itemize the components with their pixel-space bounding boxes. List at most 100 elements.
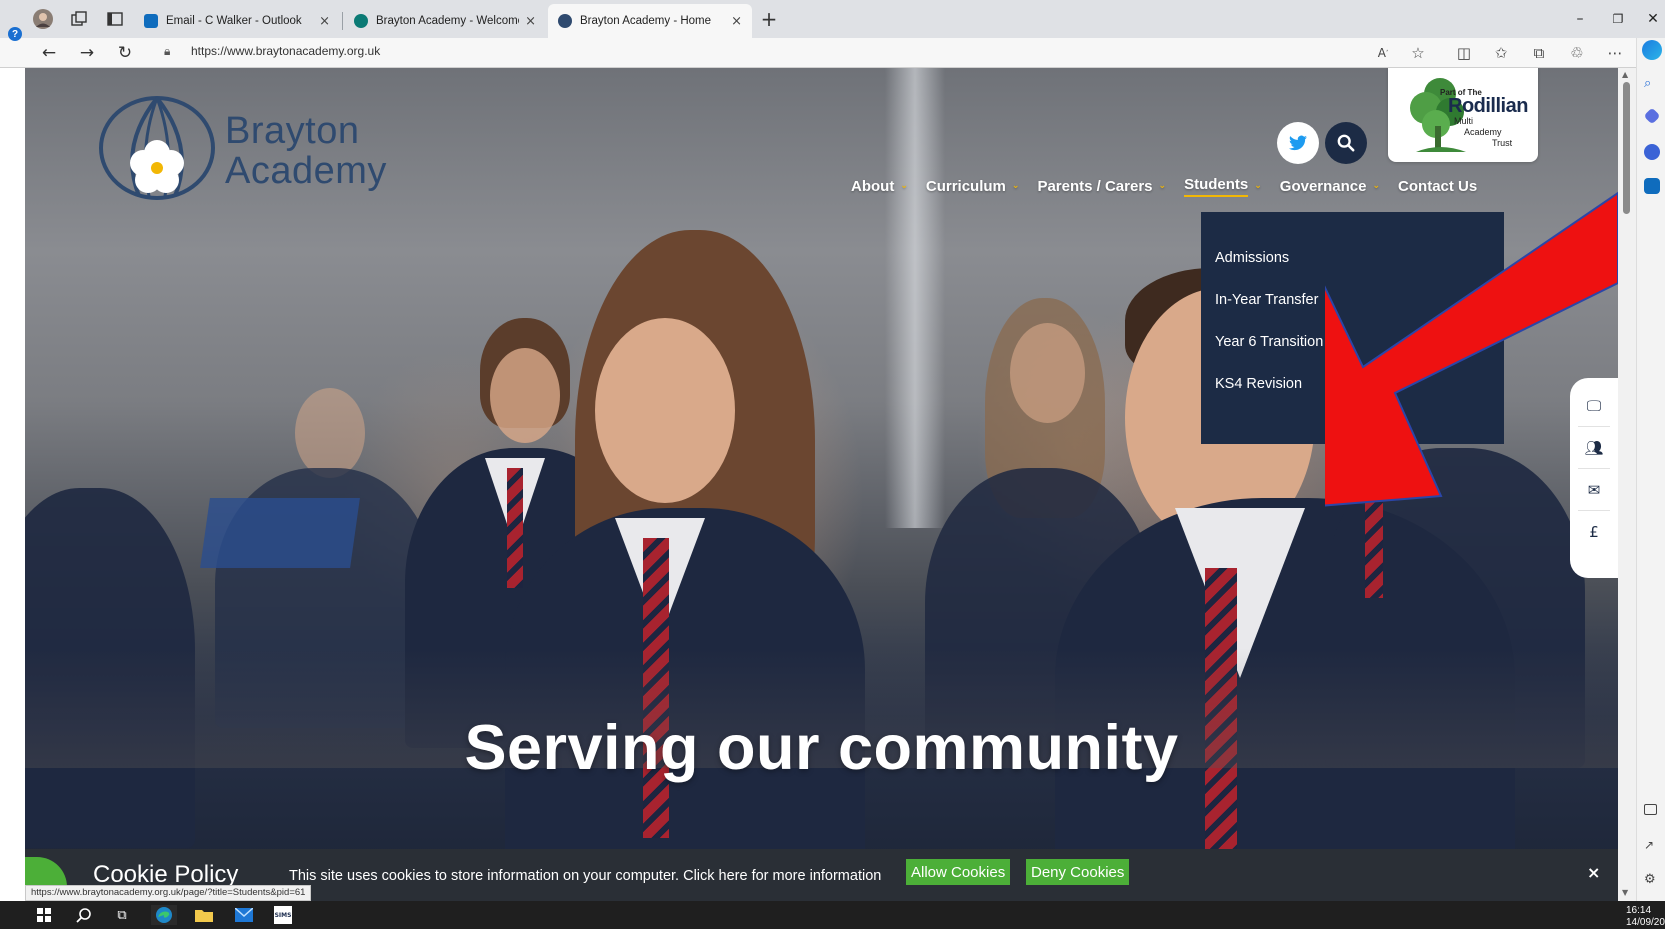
sidebar-layout-icon[interactable]: [1644, 804, 1657, 815]
extensions-icon[interactable]: ♲: [1566, 43, 1588, 63]
nav-curriculum[interactable]: Curriculum ⌄: [926, 178, 1020, 195]
nav-parents-carers[interactable]: Parents / Carers ⌄: [1037, 178, 1166, 195]
tab-bar: Email - C Walker - Outlook × Brayton Aca…: [0, 0, 1665, 38]
menu-item-admissions[interactable]: Admissions: [1215, 250, 1289, 266]
tools-icon[interactable]: [1644, 144, 1660, 160]
profile-avatar[interactable]: [32, 8, 54, 30]
outlook-favicon-icon: [144, 14, 158, 28]
trust-badge[interactable]: Part of The Rodillian Multi Academy Trus…: [1388, 68, 1538, 162]
tab-welcome[interactable]: Brayton Academy - Welcome ×: [344, 4, 546, 38]
restore-button[interactable]: ❐: [1603, 6, 1633, 32]
help-icon[interactable]: ?: [8, 27, 22, 41]
close-window-button[interactable]: ✕: [1641, 6, 1665, 32]
tab-label: Email - C Walker - Outlook: [166, 15, 302, 27]
nav-label: Curriculum: [925, 177, 1006, 195]
divider: [1578, 426, 1610, 427]
monitor-icon[interactable]: 🖵︎: [1582, 394, 1606, 418]
clock-time[interactable]: 16:14: [1626, 905, 1651, 916]
scroll-up-icon[interactable]: ▲: [1622, 70, 1628, 79]
edge-icon[interactable]: [151, 905, 177, 925]
brayton-logo[interactable]: Brayton Academy: [99, 96, 419, 206]
tab-close-icon[interactable]: ×: [319, 14, 330, 29]
nav-label: Parents / Carers: [1037, 177, 1153, 195]
minimize-button[interactable]: –: [1565, 6, 1595, 32]
trust-text-line4: Academy: [1464, 127, 1502, 137]
sims-icon[interactable]: SIMS: [274, 906, 292, 924]
settings-icon[interactable]: ⚙: [1644, 872, 1660, 888]
status-bar-url: https://www.braytonacademy.org.uk/page/?…: [25, 885, 312, 901]
twitter-button[interactable]: [1277, 122, 1319, 164]
edge-sidebar: ⌕ ↗ ⚙: [1636, 38, 1665, 901]
nav-label: About: [851, 177, 895, 195]
forward-icon[interactable]: →: [76, 42, 98, 64]
allow-cookies-button[interactable]: Allow Cookies: [906, 859, 1011, 885]
tab-label: Brayton Academy - Welcome: [376, 15, 520, 27]
close-icon[interactable]: ×: [1587, 863, 1600, 882]
tab-close-icon[interactable]: ×: [525, 14, 536, 29]
search-icon[interactable]: ⌕: [1644, 76, 1660, 92]
tab-separator: [342, 12, 343, 30]
quick-links-panel: 🖵︎ 👥︎ ✉ £: [1570, 378, 1618, 578]
mail-icon[interactable]: ✉: [1582, 478, 1606, 502]
tab-label: Brayton Academy - Home: [580, 15, 712, 27]
tab-home[interactable]: Brayton Academy - Home ×: [548, 4, 752, 38]
refresh-icon[interactable]: ↻: [114, 42, 136, 64]
collections-icon[interactable]: ⧉: [1528, 43, 1550, 63]
favorites-icon[interactable]: ✩: [1490, 43, 1512, 63]
windows-start-icon[interactable]: [34, 905, 54, 925]
search-icon[interactable]: [74, 905, 94, 925]
chevron-down-icon: ⌄: [1011, 181, 1020, 191]
brayton-favicon-icon: [558, 14, 572, 28]
lock-icon[interactable]: 🔒︎: [164, 44, 170, 59]
open-external-icon[interactable]: ↗: [1644, 838, 1660, 854]
mail-icon[interactable]: [234, 905, 254, 925]
scroll-thumb[interactable]: [1623, 82, 1630, 214]
read-aloud-icon[interactable]: Aʼ: [1372, 43, 1394, 63]
search-icon: [1337, 134, 1355, 152]
address-input[interactable]: https://www.braytonacademy.org.uk: [191, 44, 380, 58]
trust-text-rest: Multi Academy Trust: [1454, 116, 1512, 149]
tab-outlook[interactable]: Email - C Walker - Outlook ×: [134, 4, 340, 38]
workspaces-icon[interactable]: [68, 8, 90, 30]
menu-item-year-6-transition[interactable]: Year 6 Transition: [1215, 334, 1323, 350]
nav-about[interactable]: About ⌄: [851, 178, 908, 195]
windows-taskbar: ⧉ SIMS 16:14 14/09/20: [0, 901, 1665, 929]
clock-date[interactable]: 14/09/20: [1626, 917, 1665, 928]
hero-title: Serving our community: [464, 713, 1179, 783]
menu-item-ks4-revision[interactable]: KS4 Revision: [1215, 376, 1302, 392]
background-light: [885, 68, 945, 528]
trust-text-line3: Multi: [1454, 116, 1474, 126]
copilot-icon[interactable]: [1642, 40, 1662, 60]
twitter-icon: [1289, 135, 1307, 151]
back-icon[interactable]: ←: [38, 42, 60, 64]
divider: [1578, 468, 1610, 469]
scroll-down-icon[interactable]: ▼: [1622, 888, 1628, 897]
chevron-down-icon: ⌄: [1158, 181, 1167, 191]
tab-close-icon[interactable]: ×: [731, 14, 742, 29]
address-bar-row: ← → ↻ 🔒︎ https://www.braytonacademy.org.…: [0, 38, 1665, 68]
vertical-scrollbar[interactable]: ▲ ▼: [1618, 68, 1636, 901]
outlook-icon[interactable]: [1644, 178, 1660, 194]
menu-item-in-year-transfer[interactable]: In-Year Transfer: [1215, 292, 1318, 308]
shopping-icon[interactable]: [1643, 107, 1661, 125]
chevron-down-icon: ⌄: [1254, 181, 1262, 191]
cookie-text-link[interactable]: This site uses cookies to store informat…: [289, 868, 881, 884]
new-tab-button[interactable]: +: [758, 7, 780, 31]
pound-icon[interactable]: £: [1582, 520, 1606, 544]
task-view-icon[interactable]: ⧉: [112, 905, 132, 925]
split-screen-icon[interactable]: ◫: [1453, 43, 1475, 63]
nav-students[interactable]: Students ⌄: [1184, 176, 1262, 197]
trust-text-line2: Rodillian: [1448, 95, 1528, 117]
file-explorer-icon[interactable]: [194, 905, 214, 925]
tab-actions-icon[interactable]: [104, 8, 126, 30]
sharepoint-favicon-icon: [354, 14, 368, 28]
nav-label: Students: [1184, 176, 1249, 197]
desktop-edge: [0, 68, 25, 901]
favorite-star-icon[interactable]: ☆: [1407, 43, 1429, 63]
deny-cookies-button[interactable]: Deny Cookies: [1026, 859, 1130, 885]
logo-text-line1: Brayton: [225, 110, 360, 152]
logo-text-line2: Academy: [225, 150, 387, 192]
more-icon[interactable]: ⋯: [1604, 43, 1626, 63]
people-icon[interactable]: 👥︎: [1582, 436, 1606, 460]
site-search-button[interactable]: [1325, 122, 1367, 164]
